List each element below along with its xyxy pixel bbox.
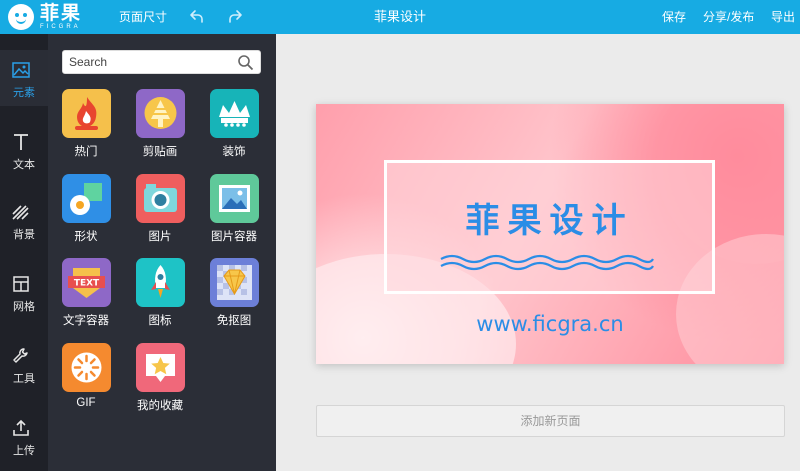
wrench-icon [13, 348, 28, 363]
text-icon [14, 134, 28, 150]
tile-cutout[interactable]: 免抠图 [198, 258, 270, 338]
tile-label: 热门 [74, 146, 98, 158]
diamond-icon [210, 258, 259, 307]
tile-label: 装饰 [222, 146, 246, 158]
tile-image-frame[interactable]: 图片容器 [198, 174, 270, 254]
tile-decoration[interactable]: 装饰 [198, 89, 270, 169]
design-canvas[interactable]: 菲果设计 www.ficgra.cn [316, 104, 784, 364]
rocket-icon [136, 258, 185, 307]
image-icon [12, 62, 30, 78]
design-workspace: 菲果设计 www.ficgra.cn 添加新页面 [276, 34, 800, 471]
tile-clipart[interactable]: 剪贴画 [124, 89, 196, 169]
crown-icon [210, 89, 259, 138]
tile-images[interactable]: 图片 [124, 174, 196, 254]
rail-item-upload[interactable]: 上传 [0, 408, 48, 464]
text-frame[interactable]: 菲果设计 [384, 160, 715, 294]
text-badge-icon: TEXT [62, 258, 111, 307]
logo-text: 菲果 [40, 3, 83, 24]
grid-icon [13, 276, 29, 292]
element-panel: 热门 剪贴画 装饰 形状 图片 图片容器 TEXT 文字容器 [48, 34, 276, 471]
upload-icon [13, 419, 29, 436]
tool-rail: 元素 文本 背景 网格 工具 上传 [0, 34, 48, 471]
svg-text:TEXT: TEXT [74, 279, 100, 289]
rail-item-tools[interactable]: 工具 [0, 336, 48, 392]
tile-favorites[interactable]: 我的收藏 [124, 343, 196, 423]
tile-label: 图片 [148, 231, 172, 243]
rail-item-label: 元素 [13, 87, 35, 99]
tile-label: GIF [76, 397, 96, 409]
search-input[interactable] [69, 54, 229, 70]
loading-icon [62, 343, 111, 392]
picture-frame-icon [210, 174, 259, 223]
tile-label: 我的收藏 [137, 400, 183, 412]
rail-item-elements[interactable]: 元素 [0, 50, 48, 106]
tile-label: 剪贴画 [142, 146, 178, 158]
page-size-button[interactable]: 页面尺寸 [119, 0, 167, 34]
tile-label: 形状 [74, 231, 98, 243]
tree-icon [136, 89, 185, 138]
export-button[interactable]: 导出 [771, 0, 795, 34]
top-bar: 菲果 FICGRA 页面尺寸 菲果设计 保存 分享/发布 导出 [0, 0, 800, 34]
tile-shapes[interactable]: 形状 [50, 174, 122, 254]
logo[interactable]: 菲果 FICGRA [8, 3, 82, 31]
undo-icon[interactable] [186, 7, 206, 27]
rail-item-background[interactable]: 背景 [0, 192, 48, 248]
star-icon [136, 343, 185, 392]
tile-label: 文字容器 [63, 315, 109, 327]
tile-label: 免抠图 [216, 315, 252, 327]
save-button[interactable]: 保存 [662, 0, 686, 34]
canvas-headline[interactable]: 菲果设计 [387, 193, 712, 242]
redo-icon[interactable] [226, 7, 246, 27]
rail-item-label: 网格 [13, 301, 35, 313]
rail-item-label: 背景 [13, 229, 35, 241]
logo-face-icon [8, 4, 34, 30]
wave-decoration-icon[interactable] [439, 253, 655, 273]
canvas-url-text[interactable]: www.ficgra.cn [316, 312, 784, 336]
rail-item-label: 文本 [13, 159, 35, 171]
tile-icons[interactable]: 图标 [124, 258, 196, 338]
logo-subtext: FICGRA [40, 24, 81, 30]
tile-label: 图片容器 [211, 231, 257, 243]
rail-item-text[interactable]: 文本 [0, 122, 48, 178]
rail-item-label: 工具 [13, 373, 35, 385]
camera-icon [136, 174, 185, 223]
tile-label: 图标 [148, 315, 172, 327]
tile-hot[interactable]: 热门 [50, 89, 122, 169]
search-box [62, 50, 261, 74]
add-page-button[interactable]: 添加新页面 [316, 405, 785, 437]
tile-text-frame[interactable]: TEXT 文字容器 [50, 258, 122, 338]
rail-item-label: 上传 [13, 445, 35, 457]
document-title[interactable]: 菲果设计 [374, 9, 426, 24]
fire-icon [62, 89, 111, 138]
tile-gif[interactable]: GIF [50, 343, 122, 423]
rail-item-grid[interactable]: 网格 [0, 264, 48, 320]
shapes-icon [62, 174, 111, 223]
stripes-icon [12, 205, 29, 220]
search-icon[interactable] [237, 54, 254, 71]
share-publish-button[interactable]: 分享/发布 [703, 0, 754, 34]
